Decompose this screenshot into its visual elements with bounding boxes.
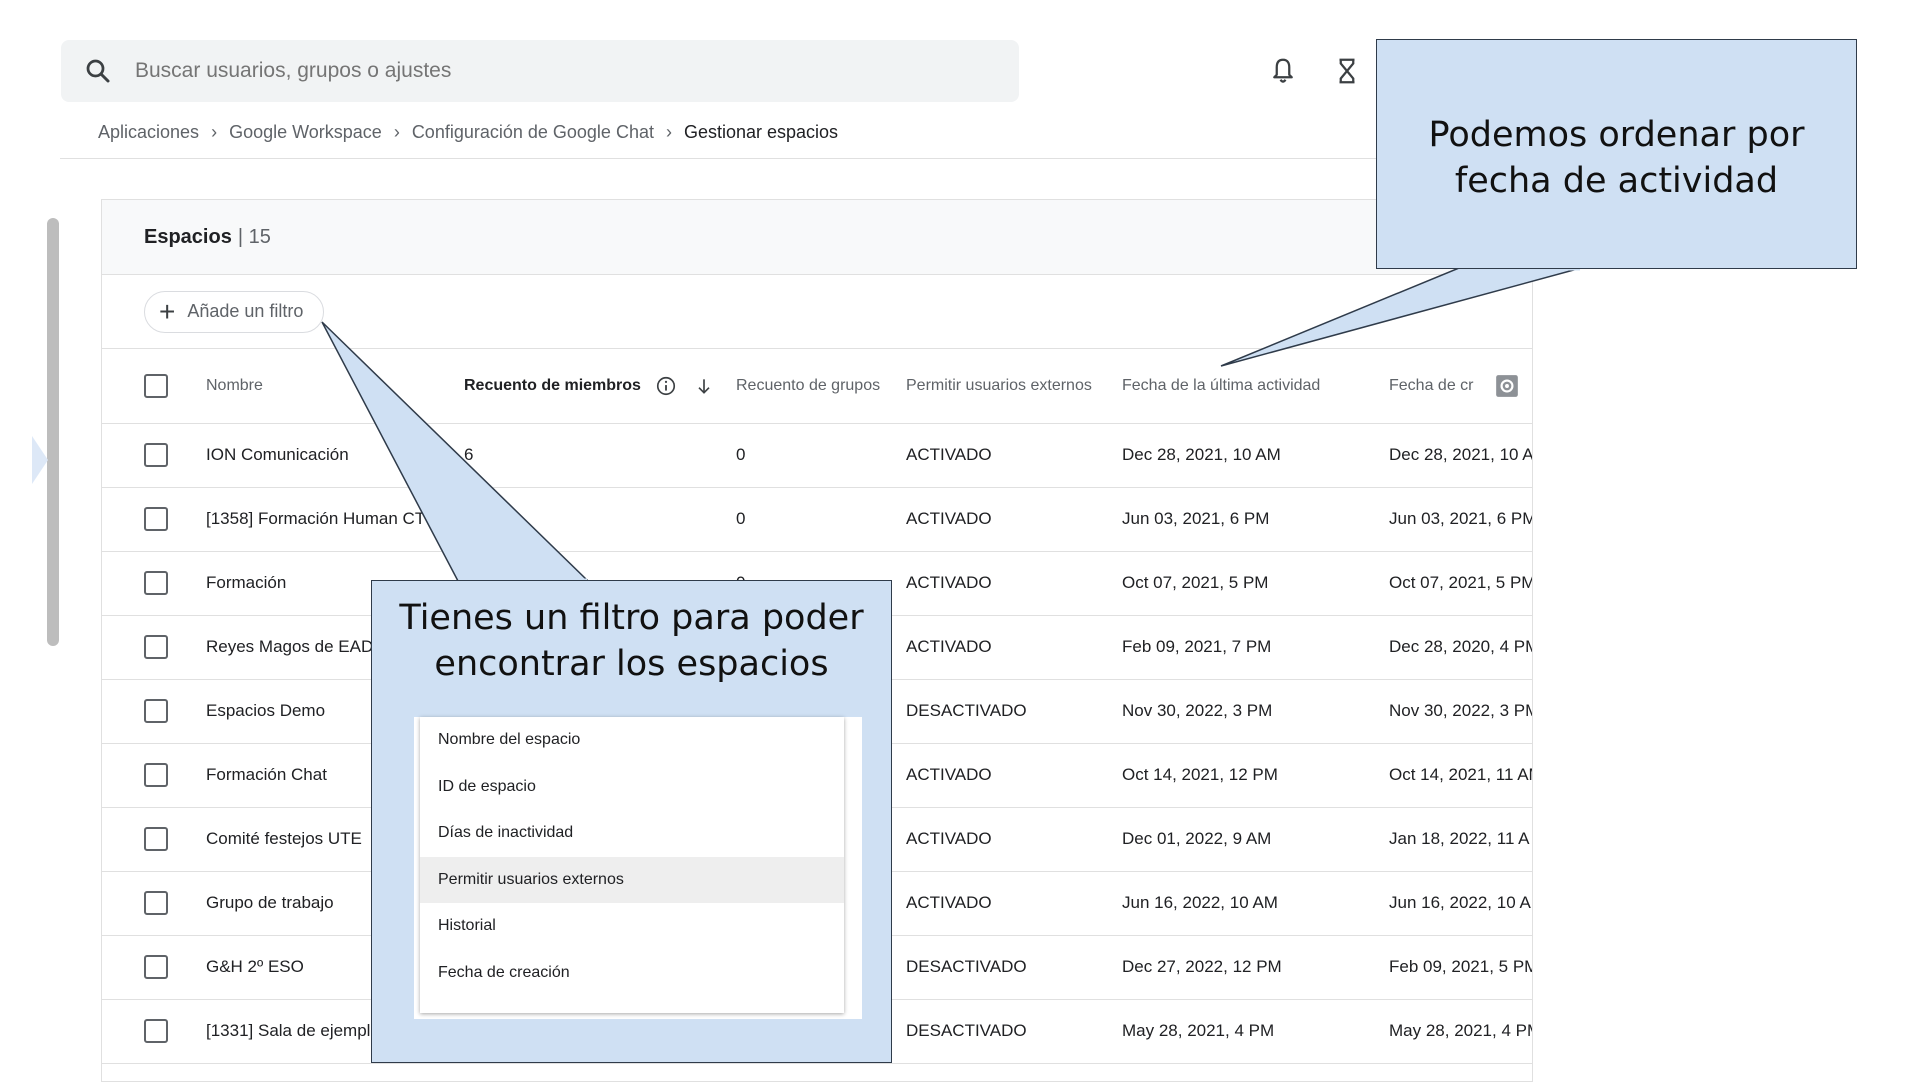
cell-last-activity: Nov 30, 2022, 3 PM — [1122, 701, 1273, 720]
cell-created: Dec 28, 2020, 4 PM — [1389, 637, 1533, 656]
row-checkbox[interactable] — [144, 507, 168, 531]
table-row[interactable]: ION Comunicación 6 0 ACTIVADO Dec 28, 2021, … — [102, 423, 1533, 487]
chevron-right-icon: › — [211, 122, 218, 142]
panel-header: Espacios | 15 — [102, 200, 1532, 275]
chevron-right-icon: › — [393, 122, 400, 142]
cell-last-activity: Oct 14, 2021, 12 PM — [1122, 765, 1278, 784]
sort-arrow-down-icon[interactable] — [694, 376, 714, 396]
filter-menu-item[interactable]: Historial — [420, 903, 844, 950]
column-header[interactable]: Fecha de la última actividad — [1122, 349, 1389, 423]
cell-last-activity: Feb 09, 2021, 7 PM — [1122, 637, 1272, 656]
row-checkbox[interactable] — [144, 827, 168, 851]
filter-menu-item-highlighted[interactable]: Permitir usuarios externos — [420, 856, 844, 903]
expand-arrow-icon[interactable] — [32, 436, 48, 484]
cell-created: Jun 16, 2022, 10 A — [1389, 893, 1531, 912]
cell-last-activity: Oct 07, 2021, 5 PM — [1122, 573, 1269, 592]
row-checkbox[interactable] — [144, 891, 168, 915]
cell-external: ACTIVADO — [906, 637, 992, 656]
column-header[interactable]: Permitir usuarios externos — [906, 349, 1122, 423]
cell-members — [464, 487, 736, 551]
divider — [60, 158, 1530, 159]
search-input[interactable] — [133, 58, 937, 84]
breadcrumb: Aplicaciones › Google Workspace › Config… — [98, 122, 838, 143]
cell-created: Nov 30, 2022, 3 PM — [1389, 701, 1533, 720]
cell-external: ACTIVADO — [906, 893, 992, 912]
add-filter-label: Añade un filtro — [187, 301, 304, 321]
cell-created: Jan 18, 2022, 11 A — [1389, 829, 1530, 848]
callout-text: fecha de actividad — [1454, 161, 1779, 201]
select-all-checkbox[interactable] — [144, 373, 168, 398]
cell-name[interactable]: [1358] Formación Human CT — [206, 487, 464, 551]
column-header-partial[interactable]: Fecha de cr — [1389, 349, 1532, 423]
cell-created: Dec 28, 2021, 10 A — [1389, 445, 1533, 464]
breadcrumb-item[interactable]: Aplicaciones — [98, 122, 199, 143]
column-header-label: Recuento de miembros — [464, 376, 641, 394]
cell-last-activity: Dec 28, 2021, 10 AM — [1122, 445, 1281, 464]
filter-menu-item[interactable]: Días de inactividad — [420, 810, 844, 857]
cell-created: Oct 07, 2021, 5 PM — [1389, 573, 1533, 592]
cell-last-activity: Dec 01, 2022, 9 AM — [1122, 829, 1272, 848]
add-filter-button[interactable]: + Añade un filtro — [144, 290, 325, 333]
column-header[interactable]: Nombre — [206, 349, 464, 423]
cell-external: DESACTIVADO — [906, 701, 1027, 720]
row-checkbox[interactable] — [144, 763, 168, 787]
hourglass-icon[interactable] — [1332, 56, 1362, 86]
cell-last-activity: Jun 03, 2021, 6 PM — [1122, 509, 1270, 528]
table-row[interactable]: [1358] Formación Human CT 0 ACTIVADO Jun 03… — [102, 487, 1533, 551]
filter-menu: Nombre del espacio ID de espacio Días de… — [420, 717, 844, 1013]
table-header-row: Nombre Recuento de miembros Recuento de … — [102, 349, 1532, 423]
row-checkbox[interactable] — [144, 571, 168, 595]
cell-members: 6 — [464, 445, 474, 464]
cell-last-activity: Jun 16, 2022, 10 AM — [1122, 893, 1278, 912]
callout-text: Tienes un filtro para poder — [399, 598, 864, 638]
cell-created: May 28, 2021, 4 PM — [1389, 1021, 1533, 1040]
scrollbar-thumb[interactable] — [47, 218, 59, 646]
search-bar[interactable] — [61, 40, 1019, 102]
cell-created: Oct 14, 2021, 11 AM — [1389, 765, 1533, 784]
cell-created: Feb 09, 2021, 5 PM — [1389, 957, 1533, 976]
row-checkbox[interactable] — [144, 955, 168, 979]
breadcrumb-item[interactable]: Google Workspace — [229, 122, 382, 143]
breadcrumb-current: Gestionar espacios — [683, 122, 839, 142]
row-checkbox[interactable] — [144, 1019, 168, 1043]
filter-row: + Añade un filtro — [102, 275, 1532, 349]
cell-external: ACTIVADO — [906, 445, 992, 464]
callout-text: encontrar los espacios — [434, 644, 829, 684]
info-icon[interactable] — [655, 375, 677, 397]
column-header-sorted[interactable]: Recuento de miembros — [464, 349, 736, 423]
cell-groups: 0 — [736, 509, 746, 528]
cell-created: Jun 03, 2021, 6 PM — [1389, 509, 1533, 528]
callout-text: Podemos ordenar por — [1428, 115, 1805, 155]
row-checkbox[interactable] — [144, 443, 168, 467]
row-checkbox[interactable] — [144, 699, 168, 723]
cell-external: ACTIVADO — [906, 829, 992, 848]
callout-sort: Podemos ordenar por fecha de actividad — [1376, 39, 1857, 269]
filter-menu-item[interactable]: ID de espacio — [420, 764, 844, 811]
column-header[interactable]: Recuento de grupos — [736, 349, 906, 423]
filter-menu-item[interactable]: Nombre del espacio — [420, 717, 844, 764]
cell-external: DESACTIVADO — [906, 1021, 1027, 1040]
panel-title: Espacios — [144, 225, 232, 248]
callout-filter: Tienes un filtro para poder encontrar lo… — [371, 580, 892, 1063]
search-icon — [86, 59, 110, 83]
add-filter-icon: + — [159, 295, 176, 327]
cell-name[interactable]: ION Comunicación — [206, 423, 464, 487]
cell-external: ACTIVADO — [906, 509, 992, 528]
row-checkbox[interactable] — [144, 635, 168, 659]
cell-last-activity: Dec 27, 2022, 12 PM — [1122, 957, 1282, 976]
column-settings-icon[interactable] — [1494, 373, 1520, 399]
cell-external: ACTIVADO — [906, 765, 992, 784]
column-header-label: Fecha de cr — [1389, 376, 1474, 394]
panel-count: | 15 — [237, 225, 271, 248]
cell-last-activity: May 28, 2021, 4 PM — [1122, 1021, 1275, 1040]
chevron-right-icon: › — [665, 122, 672, 142]
breadcrumb-item[interactable]: Configuración de Google Chat — [412, 122, 654, 143]
filter-menu-item[interactable]: Fecha de creación — [420, 950, 844, 997]
cell-groups: 0 — [736, 445, 746, 464]
cell-external: DESACTIVADO — [906, 957, 1027, 976]
cell-external: ACTIVADO — [906, 573, 992, 592]
bell-icon[interactable] — [1268, 56, 1298, 86]
